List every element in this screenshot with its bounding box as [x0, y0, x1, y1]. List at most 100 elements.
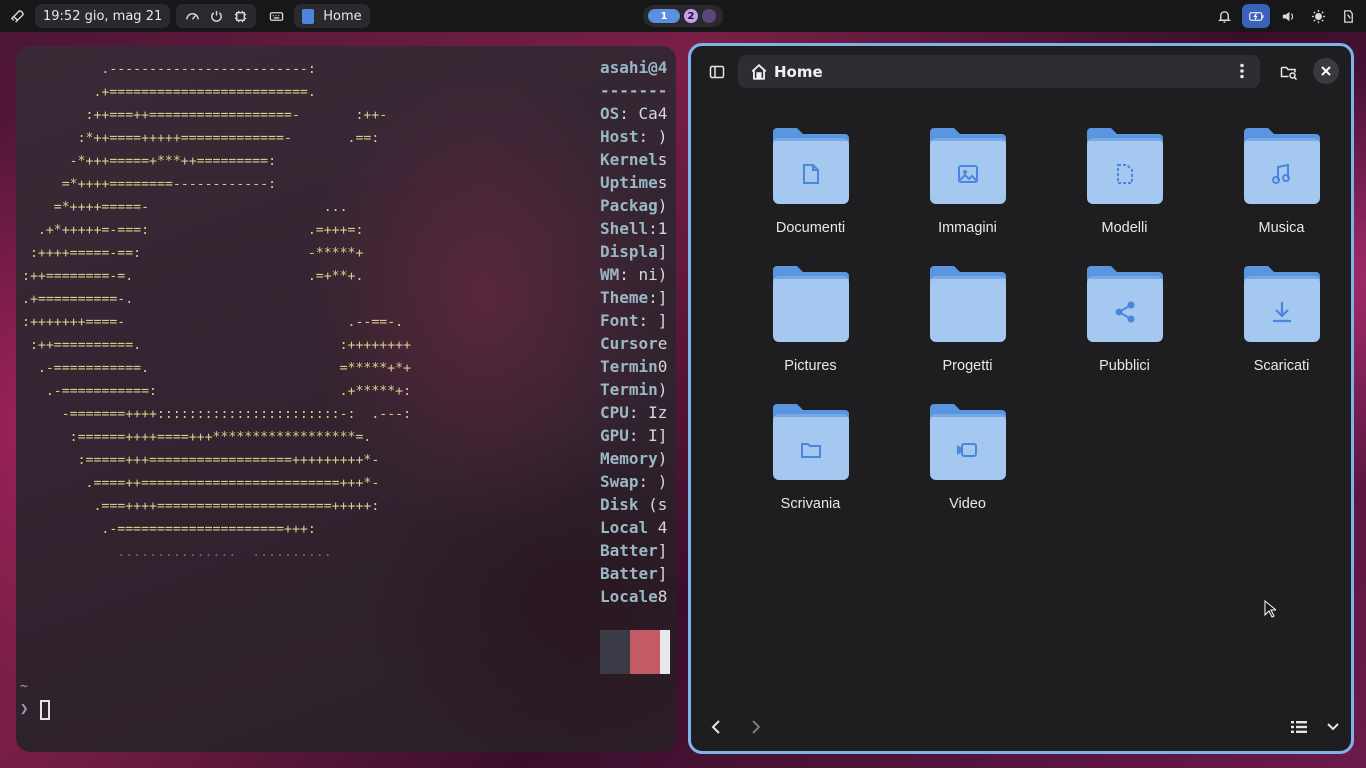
path-bar[interactable]: Home [738, 55, 1260, 88]
info-row: asahi@4 [600, 56, 667, 79]
info-value: : Iz [628, 403, 668, 422]
sidebar-icon [709, 65, 725, 79]
ascii-line: :*++====+++++=============- .==: [22, 131, 380, 146]
ascii-line: :++===++==================- :++- [22, 108, 388, 123]
sidebar-toggle-button[interactable] [701, 56, 733, 88]
info-key: Local [600, 518, 649, 537]
color-swatch [660, 630, 670, 674]
folder-label: Pictures [784, 358, 837, 374]
workspace-switcher[interactable]: 1 2 [643, 5, 723, 27]
search-button[interactable] [1273, 56, 1305, 88]
info-value: 0 [657, 357, 668, 376]
forward-button[interactable] [741, 712, 771, 742]
info-value: : Ca4 [619, 104, 668, 123]
folder-label: Scrivania [780, 496, 841, 512]
headerbar: Home [691, 46, 1351, 96]
info-key: Uptime [600, 173, 658, 192]
info-value: (s [638, 495, 668, 514]
info-value: ) [657, 196, 668, 215]
info-row: Displa] [600, 240, 667, 263]
folder-label: Progetti [942, 358, 993, 374]
info-row: GPU: I] [600, 424, 667, 447]
folder-pictures[interactable]: Pictures [732, 264, 889, 402]
info-row: ------- [600, 79, 667, 102]
ascii-line: =*++++========------------: [22, 177, 277, 192]
close-icon [1321, 66, 1331, 76]
folder-pubblici[interactable]: Pubblici [1046, 264, 1203, 402]
volume-icon[interactable] [1276, 4, 1300, 28]
ascii-line: .-------------------------: [22, 62, 316, 77]
folder-immagini[interactable]: Immagini [889, 126, 1046, 264]
workspace-3[interactable] [702, 9, 716, 23]
info-key: Host [600, 127, 639, 146]
top-bar: 19:52 gio, mag 21 Home 1 2 [0, 0, 1366, 32]
folder-icon [772, 266, 849, 342]
folder-icon [929, 404, 1006, 480]
terminal-cursor[interactable] [40, 700, 50, 720]
info-key: Packag [600, 196, 658, 215]
info-value: ] [657, 242, 668, 261]
info-value: ) [657, 449, 668, 468]
workspace-1[interactable]: 1 [648, 9, 680, 23]
color-swatch [630, 630, 660, 674]
system-monitor-pill[interactable] [176, 4, 257, 28]
info-row: Termin) [600, 378, 667, 401]
list-view-icon [1291, 721, 1307, 733]
tray-app-icon[interactable] [1336, 4, 1360, 28]
ascii-line: .+*+++++=-===: .=+++=: [22, 223, 364, 238]
info-row: Uptimes [600, 171, 667, 194]
info-row: Batter] [600, 539, 667, 562]
info-key: asahi@4 [600, 58, 668, 77]
info-row: Cursore [600, 332, 667, 355]
rocket-icon[interactable] [5, 4, 29, 28]
menu-button[interactable] [1232, 61, 1252, 81]
ascii-line: .-===========: .+*****+: [22, 384, 412, 399]
folder-musica[interactable]: Musica [1203, 126, 1351, 264]
folder-grid: Documenti Immagini Modelli Musica Pictures Pr… [732, 126, 1351, 540]
view-options-button[interactable] [1287, 712, 1343, 742]
info-key: Termin [600, 357, 658, 376]
ascii-line: -=======++++:::::::::::::::::::::::-: .-… [22, 407, 412, 422]
info-value: : ) [638, 127, 668, 146]
info-value: e [657, 334, 668, 353]
folder-video[interactable]: Video [889, 402, 1046, 540]
info-value: ] [657, 564, 668, 583]
folder-label: Immagini [938, 220, 997, 236]
active-window-pill[interactable]: Home [294, 4, 370, 28]
mouse-pointer-icon [1264, 600, 1276, 618]
ascii-line: =*++++=====- ... [22, 200, 348, 215]
info-row: Theme:] [600, 286, 667, 309]
ascii-line: :======++++====+++******************=. [22, 430, 372, 445]
clock-pill[interactable]: 19:52 gio, mag 21 [35, 4, 171, 28]
brightness-icon[interactable] [1306, 4, 1330, 28]
folder-modelli[interactable]: Modelli [1046, 126, 1203, 264]
folder-scrivania[interactable]: Scrivania [732, 402, 889, 540]
folder-progetti[interactable]: Progetti [889, 264, 1046, 402]
info-row: WM: ni) [600, 263, 667, 286]
info-key: OS [600, 104, 620, 123]
terminal-window[interactable]: .-------------------------: .+==========… [16, 46, 676, 752]
clock-text: 19:52 gio, mag 21 [43, 8, 163, 24]
path-title: Home [774, 62, 823, 81]
system-info: asahi@4 ------- OS: Ca4 Host: ) Kernels Uptim… [600, 56, 667, 608]
info-key: Swap [600, 472, 639, 491]
info-value: ] [657, 541, 668, 560]
ascii-line: :=====+++==================+++++++++*- [22, 453, 380, 468]
info-key: Disk [600, 495, 639, 514]
keyboard-icon[interactable] [264, 4, 288, 28]
info-value: : ni) [619, 265, 668, 284]
battery-charging-icon[interactable] [1242, 4, 1270, 28]
close-button[interactable] [1313, 58, 1339, 84]
info-value: : ) [638, 472, 668, 491]
workspace-2[interactable]: 2 [684, 9, 698, 23]
bell-icon[interactable] [1212, 4, 1236, 28]
info-value: 4 [648, 518, 668, 537]
info-value: s [657, 150, 668, 169]
back-button[interactable] [701, 712, 731, 742]
folder-documenti[interactable]: Documenti [732, 126, 889, 264]
folder-scaricati[interactable]: Scaricati [1203, 264, 1351, 402]
info-key: Font [600, 311, 639, 330]
info-key: Shell [600, 219, 649, 238]
info-row: Batter] [600, 562, 667, 585]
ascii-line: :++++=====-==: -*****+ [22, 246, 364, 261]
